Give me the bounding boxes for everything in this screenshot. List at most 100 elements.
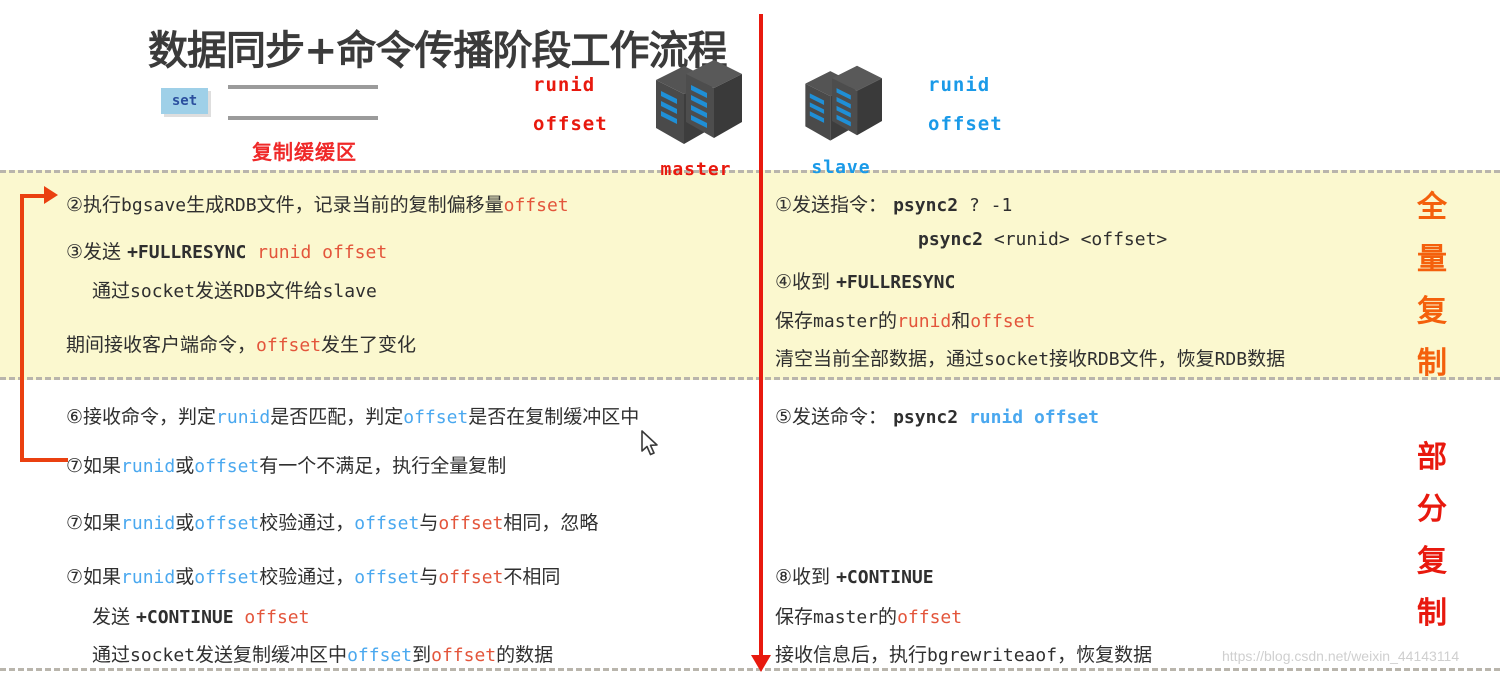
phase-label-char: 部 <box>1417 440 1447 475</box>
text-run: 或 <box>175 455 195 477</box>
master-runid-label: runid <box>533 74 596 96</box>
text-run: 期间接收客户端命令， <box>66 334 257 356</box>
text-run: slave <box>322 281 377 302</box>
master-step-row: 通过socket发送RDB文件给slave <box>92 276 377 303</box>
text-run: socket <box>130 645 196 666</box>
text-run: 发送复制缓冲区中 <box>195 644 348 666</box>
server-rack-icon <box>805 65 882 141</box>
text-run: ①发送指令： <box>775 194 894 216</box>
text-run: psync2 <box>893 407 959 428</box>
text-run: 清空当前全部数据，通过 <box>775 348 985 370</box>
text-run: runid offset <box>958 407 1099 428</box>
text-run: offset <box>431 645 497 666</box>
text-run: runid <box>216 407 271 428</box>
master-server: master <box>650 58 742 180</box>
text-run: offset <box>233 607 310 628</box>
phase-label-char: 复 <box>1417 294 1447 329</box>
text-run: ⑤发送命令： <box>775 406 894 428</box>
diagram-canvas: 数据同步+命令传播阶段工作流程 set 复制缓缓区 runid offset m… <box>0 0 1500 682</box>
bottom-dashed-edge <box>0 668 1500 671</box>
text-run: offset <box>194 513 260 534</box>
text-run: ? -1 <box>958 195 1013 216</box>
text-run: runid <box>121 567 176 588</box>
center-divider-line <box>759 14 763 664</box>
text-run: ③发送 <box>66 241 128 263</box>
text-run: RDB <box>224 195 257 216</box>
text-run: 通过 <box>92 644 131 666</box>
text-run: 的 <box>878 310 898 332</box>
text-run: ⑦如果 <box>66 455 122 477</box>
text-run: RDB <box>1214 349 1248 370</box>
text-run: 是否在复制缓冲区中 <box>468 406 640 428</box>
phase-label-partial-replication: 部分复制 <box>1412 432 1452 640</box>
slave-runid-label: runid <box>928 74 991 96</box>
text-run: ②执行 <box>66 194 122 216</box>
phase-label-char: 分 <box>1417 492 1447 527</box>
text-run: offset <box>438 567 504 588</box>
text-run: 是否匹配，判定 <box>270 406 404 428</box>
master-step-row: ⑦如果runid或offset有一个不满足，执行全量复制 <box>66 451 506 478</box>
slave-step-row: ①发送指令： psync2 ? -1 <box>775 190 1012 217</box>
text-run: bgrewriteaof <box>927 645 1058 666</box>
buffer-line-bottom <box>228 116 378 120</box>
text-run: 或 <box>175 566 195 588</box>
server-rack-icon <box>656 60 742 144</box>
replication-buffer-label: 复制缓缓区 <box>252 140 357 164</box>
text-run: 的数据 <box>496 644 554 666</box>
text-run: 发送 <box>92 606 137 628</box>
text-run: offset <box>503 195 569 216</box>
slave-offset-label: offset <box>928 113 1003 135</box>
slave-step-row: 保存master的offset <box>775 602 962 629</box>
slave-step-row: 保存master的runid和offset <box>775 306 1035 333</box>
phase-label-char: 量 <box>1417 242 1447 277</box>
text-run: ⑥接收命令，判定 <box>66 406 217 428</box>
watermark-text: https://blog.csdn.net/weixin_44143114 <box>1222 648 1460 664</box>
text-run: RDB <box>233 281 266 302</box>
text-run: 接收 <box>1049 348 1088 370</box>
text-run: 不相同 <box>503 566 561 588</box>
master-step-row: ③发送 +FULLRESYNC runid offset <box>66 237 387 264</box>
phase-label-char: 复 <box>1417 544 1447 579</box>
text-run: offset <box>256 335 322 356</box>
text-run: 通过 <box>92 280 131 302</box>
text-run: 发生了变化 <box>321 334 417 356</box>
text-run: 与 <box>419 566 439 588</box>
text-run: <runid> <offset> <box>983 229 1168 250</box>
text-run: 文件，恢复 <box>1119 348 1215 370</box>
text-run: 或 <box>175 512 195 534</box>
text-run: ，恢复数据 <box>1057 644 1153 666</box>
text-run: RDB <box>1087 349 1120 370</box>
text-run: runid <box>121 513 176 534</box>
loopback-arrow-bottom <box>20 458 68 462</box>
text-run: 校验通过， <box>259 566 355 588</box>
text-run: master <box>813 607 879 628</box>
slave-step-row: 接收信息后，执行bgrewriteaof，恢复数据 <box>775 640 1152 667</box>
text-run: 生成 <box>186 194 225 216</box>
phase-label-char: 制 <box>1417 596 1447 631</box>
text-run: runid offset <box>246 242 388 263</box>
text-run: offset <box>194 456 260 477</box>
text-run: 文件，记录当前的复制偏移量 <box>256 194 504 216</box>
text-run: offset <box>347 645 413 666</box>
text-run: 保存 <box>775 606 814 628</box>
slave-server: slave <box>800 62 882 178</box>
text-run: +CONTINUE <box>836 567 934 588</box>
master-step-row: ⑦如果runid或offset校验通过，offset与offset相同，忽略 <box>66 508 598 535</box>
text-run: ⑦如果 <box>66 566 122 588</box>
text-run: 文件给 <box>265 280 323 302</box>
slave-step-row: ⑧收到 +CONTINUE <box>775 562 934 589</box>
text-run: master <box>813 311 879 332</box>
text-run: 有一个不满足，执行全量复制 <box>259 455 507 477</box>
master-step-row: ⑥接收命令，判定runid是否匹配，判定offset是否在复制缓冲区中 <box>66 402 639 429</box>
text-run: +FULLRESYNC <box>127 242 247 263</box>
buffer-line-top <box>228 85 378 89</box>
slave-step-row: ⑤发送命令： psync2 runid offset <box>775 402 1099 429</box>
text-run: offset <box>970 311 1036 332</box>
text-run: bgsave <box>121 195 187 216</box>
text-run: offset <box>403 407 469 428</box>
text-run: runid <box>897 311 952 332</box>
text-run: 数据 <box>1247 348 1286 370</box>
text-run: psync2 <box>918 229 984 250</box>
text-run: socket <box>130 281 196 302</box>
text-run: offset <box>438 513 504 534</box>
